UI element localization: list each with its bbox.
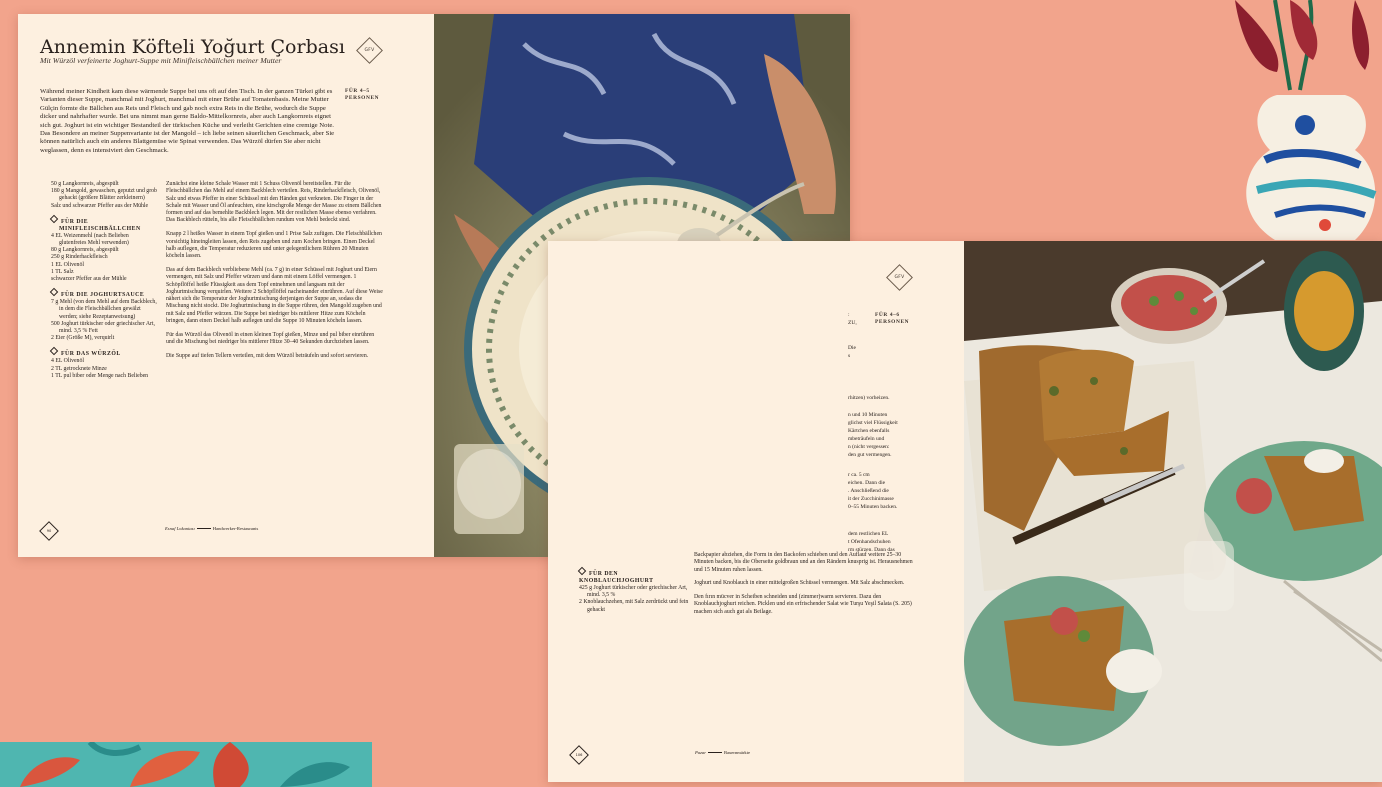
text-fragment: mbeträufeln und	[848, 436, 885, 442]
ingredient-item: 1 EL Olivenöl	[51, 261, 84, 268]
recipe-spread-right: GFV FÜR 4–6 PERSONEN : ZU, Die s rhitzen…	[548, 241, 1382, 782]
ingredients-list: 50 g Langkornreis, abgespült 180 g Mango…	[49, 181, 157, 380]
ingredient-item: 2 Eier (Größe M), verquirlt	[51, 335, 115, 342]
text-fragment: . Anschließend die	[848, 488, 889, 494]
method-step: Joghurt und Knoblauch in einer mittelgro…	[694, 580, 905, 587]
ingredient-item: 1 TL pul biber oder Menge nach Belieben	[51, 372, 149, 379]
text-fragment: n (nicht vergessen:	[848, 444, 890, 450]
ingredient-item: 2 TL getrocknete Minze	[51, 365, 107, 372]
diamond-bullet-icon	[49, 287, 59, 297]
text-fragment: s	[848, 353, 851, 359]
ingredient-group-heading: FÜR DIE MINIFLEISCHBÄLLCHEN	[49, 214, 157, 233]
servings-line-2: PERSONEN	[345, 95, 380, 101]
text-fragment: rhitzen) vorheizen.	[848, 395, 890, 401]
method-step: Zunächst eine kleine Schale Wasser mit 1…	[166, 181, 382, 224]
ingredient-item: 1 TL Salz	[51, 268, 74, 275]
method-step: Die Suppe auf tiefen Tellern verteilen, …	[166, 352, 369, 359]
ingredient-item: schwarzer Pfeffer aus der Mühle	[51, 276, 127, 283]
gfv-badge-label: GFV	[894, 275, 905, 280]
servings-line-1: FÜR 4–5	[345, 88, 370, 94]
text-fragment: r ca. 5 cm	[848, 472, 870, 478]
text-fragment: dem restlichen EL	[848, 531, 889, 537]
diamond-bullet-icon	[49, 214, 59, 224]
ingredient-item: 250 g Rinderhackfleisch	[51, 254, 108, 261]
page-footer: Esnaf Lokantası Handwerker-Restaurants	[165, 526, 259, 531]
gfv-badge-label: GFV	[364, 48, 375, 53]
recipe-subtitle: Mit Würzöl verfeinerte Joghurt-Suppe mit…	[40, 56, 282, 65]
diamond-bullet-icon	[577, 566, 587, 576]
ingredient-group-heading: FÜR DAS WÜRZÖL	[49, 347, 157, 358]
method-steps: Backpapier abziehen, die Form in den Bac…	[694, 552, 914, 623]
recipe-text-page-2: GFV FÜR 4–6 PERSONEN : ZU, Die s rhitzen…	[548, 241, 964, 782]
method-step: Backpapier abziehen, die Form in den Bac…	[694, 552, 913, 573]
text-fragment: t Ofenhandschuhen	[848, 539, 891, 545]
method-step: Das auf dem Backblech verbliebene Mehl (…	[166, 266, 383, 325]
servings-line-2: PERSONEN	[875, 319, 910, 325]
ingredient-item: 4 EL Olivenöl	[51, 358, 84, 365]
page-footer: Pazar Bauernmärkte	[695, 750, 751, 755]
ingredient-group-heading: FÜR DEN KNOBLAUCHJOGHURT	[577, 566, 689, 585]
page-number: 90	[39, 521, 59, 541]
text-fragment: glichst viel Flüssigkeit	[848, 420, 898, 426]
frittata-photo	[964, 241, 1382, 782]
text-fragment: Kärtchen ebenfalls	[848, 428, 890, 434]
text-fragment: n und 10 Minuten	[848, 412, 888, 418]
method-steps: Zunächst eine kleine Schale Wasser mit 1…	[166, 181, 384, 367]
ingredient-item: Salz und schwarzer Pfeffer aus der Mühle	[51, 202, 149, 209]
recipe-title: Annemin Köfteli Yoğurt Çorbası	[40, 36, 345, 58]
text-fragment: ZU,	[848, 320, 857, 326]
ingredient-item: 180 g Mangold, gewaschen, geputzt und gr…	[51, 188, 157, 202]
servings-label: FÜR 4–6 PERSONEN	[875, 312, 909, 326]
text-fragment: Die	[848, 345, 856, 351]
method-step: Den fırın mücver in Scheiben schneiden u…	[694, 594, 912, 615]
text-fragment: eichen. Dann die	[848, 480, 886, 486]
ingredient-item: 2 Knoblauchzehen, mit Salz zerdrückt und…	[579, 599, 689, 613]
text-fragment: 0–55 Minuten backen.	[848, 504, 898, 510]
method-step: Für das Würzöl das Olivenöl in einen kle…	[166, 331, 375, 346]
servings-line-1: FÜR 4–6	[875, 312, 900, 318]
gfv-badge: GFV	[886, 264, 913, 291]
diamond-bullet-icon	[49, 347, 59, 356]
ingredients-list: FÜR DEN KNOBLAUCHJOGHURT 425 g Joghurt tü…	[577, 562, 689, 614]
vase-illustration	[1235, 0, 1377, 240]
text-fragment: it der Zucchinimasse	[848, 496, 894, 502]
ingredient-item: 425 g Joghurt türkischer oder griechisch…	[579, 585, 688, 599]
ingredient-item: 7 g Mehl (von dem Mehl auf dem Backblech…	[51, 299, 157, 320]
ingredient-item: 50 g Langkornreis, abgespült	[51, 181, 119, 187]
leaf-illustration	[0, 742, 372, 787]
text-fragment: den gut vermengen.	[848, 452, 892, 458]
servings-label: FÜR 4–5 PERSONEN	[345, 88, 379, 102]
recipe-text-page: Annemin Köfteli Yoğurt Çorbası Mit Würzö…	[18, 14, 434, 557]
ingredient-item: 4 EL Weizenmehl (nach Belieben glutenfre…	[51, 232, 129, 247]
page-number: 106	[569, 745, 589, 765]
method-step: Knapp 2 l heißes Wasser in einem Topf gi…	[166, 231, 382, 260]
text-fragment: :	[848, 312, 850, 318]
ingredient-item: 500 Joghurt türkischer oder griechischer…	[51, 320, 155, 335]
recipe-intro: Während meiner Kindheit kam diese wärmen…	[40, 88, 335, 154]
gfv-badge: GFV	[356, 37, 383, 64]
ingredient-group-heading: FÜR DIE JOGHURTSAUCE	[49, 287, 157, 299]
